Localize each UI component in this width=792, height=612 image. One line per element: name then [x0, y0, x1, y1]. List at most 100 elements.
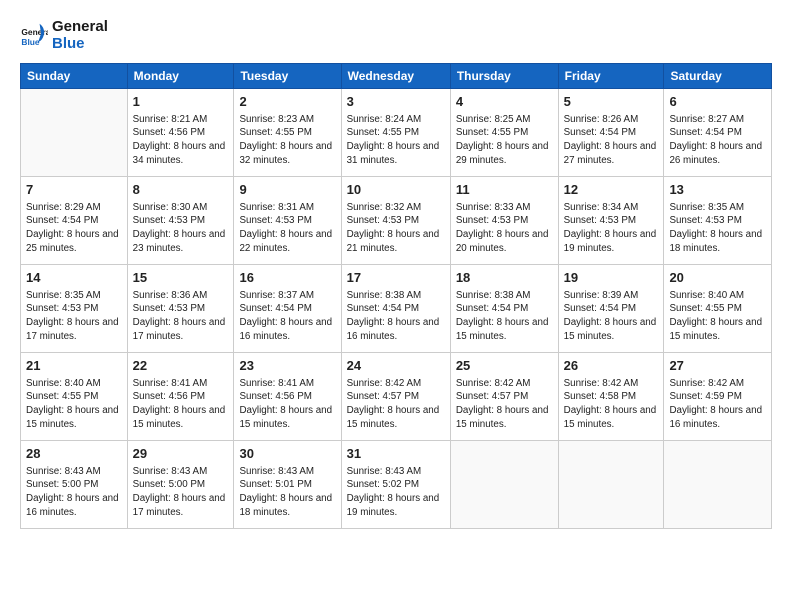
- calendar-day-cell: 24 Sunrise: 8:42 AMSunset: 4:57 PMDayligh…: [341, 352, 450, 440]
- day-info: Sunrise: 8:24 AMSunset: 4:55 PMDaylight:…: [347, 113, 445, 168]
- day-info: Sunrise: 8:42 AMSunset: 4:58 PMDaylight:…: [564, 377, 659, 432]
- day-info: Sunrise: 8:39 AMSunset: 4:54 PMDaylight:…: [564, 289, 659, 344]
- day-number: 30: [239, 445, 335, 463]
- day-number: 9: [239, 181, 335, 199]
- weekday-header-sunday: Sunday: [21, 63, 128, 88]
- day-number: 25: [456, 357, 553, 375]
- weekday-header-row: SundayMondayTuesdayWednesdayThursdayFrid…: [21, 63, 772, 88]
- day-info: Sunrise: 8:25 AMSunset: 4:55 PMDaylight:…: [456, 113, 553, 168]
- calendar-day-cell: 9 Sunrise: 8:31 AMSunset: 4:53 PMDaylight…: [234, 176, 341, 264]
- day-info: Sunrise: 8:41 AMSunset: 4:56 PMDaylight:…: [239, 377, 335, 432]
- calendar-day-cell: 15Sunrise: 8:36 AMSunset: 4:53 PMDayligh…: [127, 264, 234, 352]
- day-info: Sunrise: 8:32 AMSunset: 4:53 PMDaylight:…: [347, 201, 445, 256]
- day-info: Sunrise: 8:29 AMSunset: 4:54 PMDaylight:…: [26, 201, 122, 256]
- calendar-day-cell: 28Sunrise: 8:43 AMSunset: 5:00 PMDayligh…: [21, 440, 128, 528]
- day-info: Sunrise: 8:33 AMSunset: 4:53 PMDaylight:…: [456, 201, 553, 256]
- day-number: 16: [239, 269, 335, 287]
- calendar-day-cell: 2Sunrise: 8:23 AMSunset: 4:55 PMDaylight…: [234, 88, 341, 176]
- day-number: 31: [347, 445, 445, 463]
- calendar-day-cell: 20Sunrise: 8:40 AMSunset: 4:55 PMDayligh…: [664, 264, 772, 352]
- day-number: 11: [456, 181, 553, 199]
- calendar-day-cell: 22Sunrise: 8:41 AMSunset: 4:56 PMDayligh…: [127, 352, 234, 440]
- calendar-day-cell: 7 Sunrise: 8:29 AMSunset: 4:54 PMDaylight…: [21, 176, 128, 264]
- calendar-day-cell: 31 Sunrise: 8:43 AMSunset: 5:02 PMDayligh…: [341, 440, 450, 528]
- calendar-day-cell: 17 Sunrise: 8:38 AMSunset: 4:54 PMDayligh…: [341, 264, 450, 352]
- day-info: Sunrise: 8:38 AMSunset: 4:54 PMDaylight:…: [456, 289, 553, 344]
- day-number: 6: [669, 93, 766, 111]
- day-info: Sunrise: 8:43 AMSunset: 5:02 PMDaylight:…: [347, 465, 445, 520]
- day-number: 29: [133, 445, 229, 463]
- day-number: 10: [347, 181, 445, 199]
- day-info: Sunrise: 8:43 AMSunset: 5:00 PMDaylight:…: [26, 465, 122, 520]
- calendar-day-cell: 6 Sunrise: 8:27 AMSunset: 4:54 PMDaylight…: [664, 88, 772, 176]
- calendar-day-cell: 4Sunrise: 8:25 AMSunset: 4:55 PMDaylight…: [450, 88, 558, 176]
- calendar-week-row: 1Sunrise: 8:21 AMSunset: 4:56 PMDaylight…: [21, 88, 772, 176]
- weekday-header-wednesday: Wednesday: [341, 63, 450, 88]
- calendar-day-cell: 13Sunrise: 8:35 AMSunset: 4:53 PMDayligh…: [664, 176, 772, 264]
- day-info: Sunrise: 8:31 AMSunset: 4:53 PMDaylight:…: [239, 201, 335, 256]
- calendar-day-cell: 3 Sunrise: 8:24 AMSunset: 4:55 PMDaylight…: [341, 88, 450, 176]
- header: General Blue General Blue: [20, 18, 772, 53]
- calendar-day-cell: 16 Sunrise: 8:37 AMSunset: 4:54 PMDayligh…: [234, 264, 341, 352]
- day-info: Sunrise: 8:43 AMSunset: 5:01 PMDaylight:…: [239, 465, 335, 520]
- day-number: 23: [239, 357, 335, 375]
- day-info: Sunrise: 8:43 AMSunset: 5:00 PMDaylight:…: [133, 465, 229, 520]
- day-info: Sunrise: 8:42 AMSunset: 4:57 PMDaylight:…: [347, 377, 445, 432]
- day-number: 8: [133, 181, 229, 199]
- day-number: 17: [347, 269, 445, 287]
- day-info: Sunrise: 8:34 AMSunset: 4:53 PMDaylight:…: [564, 201, 659, 256]
- day-info: Sunrise: 8:30 AMSunset: 4:53 PMDaylight:…: [133, 201, 229, 256]
- day-number: 24: [347, 357, 445, 375]
- calendar-day-cell: 10 Sunrise: 8:32 AMSunset: 4:53 PMDayligh…: [341, 176, 450, 264]
- day-number: 21: [26, 357, 122, 375]
- calendar-day-cell: 5Sunrise: 8:26 AMSunset: 4:54 PMDaylight…: [558, 88, 664, 176]
- logo-general: General: [52, 18, 108, 35]
- day-info: Sunrise: 8:35 AMSunset: 4:53 PMDaylight:…: [26, 289, 122, 344]
- day-info: Sunrise: 8:40 AMSunset: 4:55 PMDaylight:…: [26, 377, 122, 432]
- day-number: 27: [669, 357, 766, 375]
- day-info: Sunrise: 8:38 AMSunset: 4:54 PMDaylight:…: [347, 289, 445, 344]
- calendar-day-cell: 23 Sunrise: 8:41 AMSunset: 4:56 PMDayligh…: [234, 352, 341, 440]
- day-number: 14: [26, 269, 122, 287]
- day-number: 3: [347, 93, 445, 111]
- calendar-header: SundayMondayTuesdayWednesdayThursdayFrid…: [21, 63, 772, 88]
- weekday-header-friday: Friday: [558, 63, 664, 88]
- weekday-header-tuesday: Tuesday: [234, 63, 341, 88]
- day-number: 7: [26, 181, 122, 199]
- day-info: Sunrise: 8:37 AMSunset: 4:54 PMDaylight:…: [239, 289, 335, 344]
- day-number: 12: [564, 181, 659, 199]
- day-info: Sunrise: 8:27 AMSunset: 4:54 PMDaylight:…: [669, 113, 766, 168]
- svg-text:Blue: Blue: [21, 37, 39, 47]
- calendar-week-row: 7 Sunrise: 8:29 AMSunset: 4:54 PMDaylight…: [21, 176, 772, 264]
- day-number: 26: [564, 357, 659, 375]
- day-info: Sunrise: 8:42 AMSunset: 4:59 PMDaylight:…: [669, 377, 766, 432]
- logo: General Blue General Blue: [20, 18, 108, 53]
- calendar-day-cell: 26 Sunrise: 8:42 AMSunset: 4:58 PMDayligh…: [558, 352, 664, 440]
- calendar-day-cell: 27 Sunrise: 8:42 AMSunset: 4:59 PMDayligh…: [664, 352, 772, 440]
- calendar-day-cell: 19Sunrise: 8:39 AMSunset: 4:54 PMDayligh…: [558, 264, 664, 352]
- calendar-week-row: 21 Sunrise: 8:40 AMSunset: 4:55 PMDayligh…: [21, 352, 772, 440]
- logo-icon: General Blue: [20, 21, 48, 49]
- calendar-day-cell: 12 Sunrise: 8:34 AMSunset: 4:53 PMDayligh…: [558, 176, 664, 264]
- day-info: Sunrise: 8:42 AMSunset: 4:57 PMDaylight:…: [456, 377, 553, 432]
- calendar-day-cell: [21, 88, 128, 176]
- calendar-week-row: 14 Sunrise: 8:35 AMSunset: 4:53 PMDayligh…: [21, 264, 772, 352]
- calendar-day-cell: 29 Sunrise: 8:43 AMSunset: 5:00 PMDayligh…: [127, 440, 234, 528]
- calendar-day-cell: [558, 440, 664, 528]
- calendar-body: 1Sunrise: 8:21 AMSunset: 4:56 PMDaylight…: [21, 88, 772, 528]
- day-info: Sunrise: 8:26 AMSunset: 4:54 PMDaylight:…: [564, 113, 659, 168]
- weekday-header-thursday: Thursday: [450, 63, 558, 88]
- weekday-header-saturday: Saturday: [664, 63, 772, 88]
- day-info: Sunrise: 8:35 AMSunset: 4:53 PMDaylight:…: [669, 201, 766, 256]
- calendar-table: SundayMondayTuesdayWednesdayThursdayFrid…: [20, 63, 772, 529]
- day-info: Sunrise: 8:40 AMSunset: 4:55 PMDaylight:…: [669, 289, 766, 344]
- calendar-day-cell: 30 Sunrise: 8:43 AMSunset: 5:01 PMDayligh…: [234, 440, 341, 528]
- day-number: 18: [456, 269, 553, 287]
- calendar-day-cell: [450, 440, 558, 528]
- calendar-day-cell: 1Sunrise: 8:21 AMSunset: 4:56 PMDaylight…: [127, 88, 234, 176]
- calendar-day-cell: 18 Sunrise: 8:38 AMSunset: 4:54 PMDayligh…: [450, 264, 558, 352]
- logo-blue: Blue: [52, 35, 108, 52]
- day-number: 22: [133, 357, 229, 375]
- calendar-week-row: 28Sunrise: 8:43 AMSunset: 5:00 PMDayligh…: [21, 440, 772, 528]
- weekday-header-monday: Monday: [127, 63, 234, 88]
